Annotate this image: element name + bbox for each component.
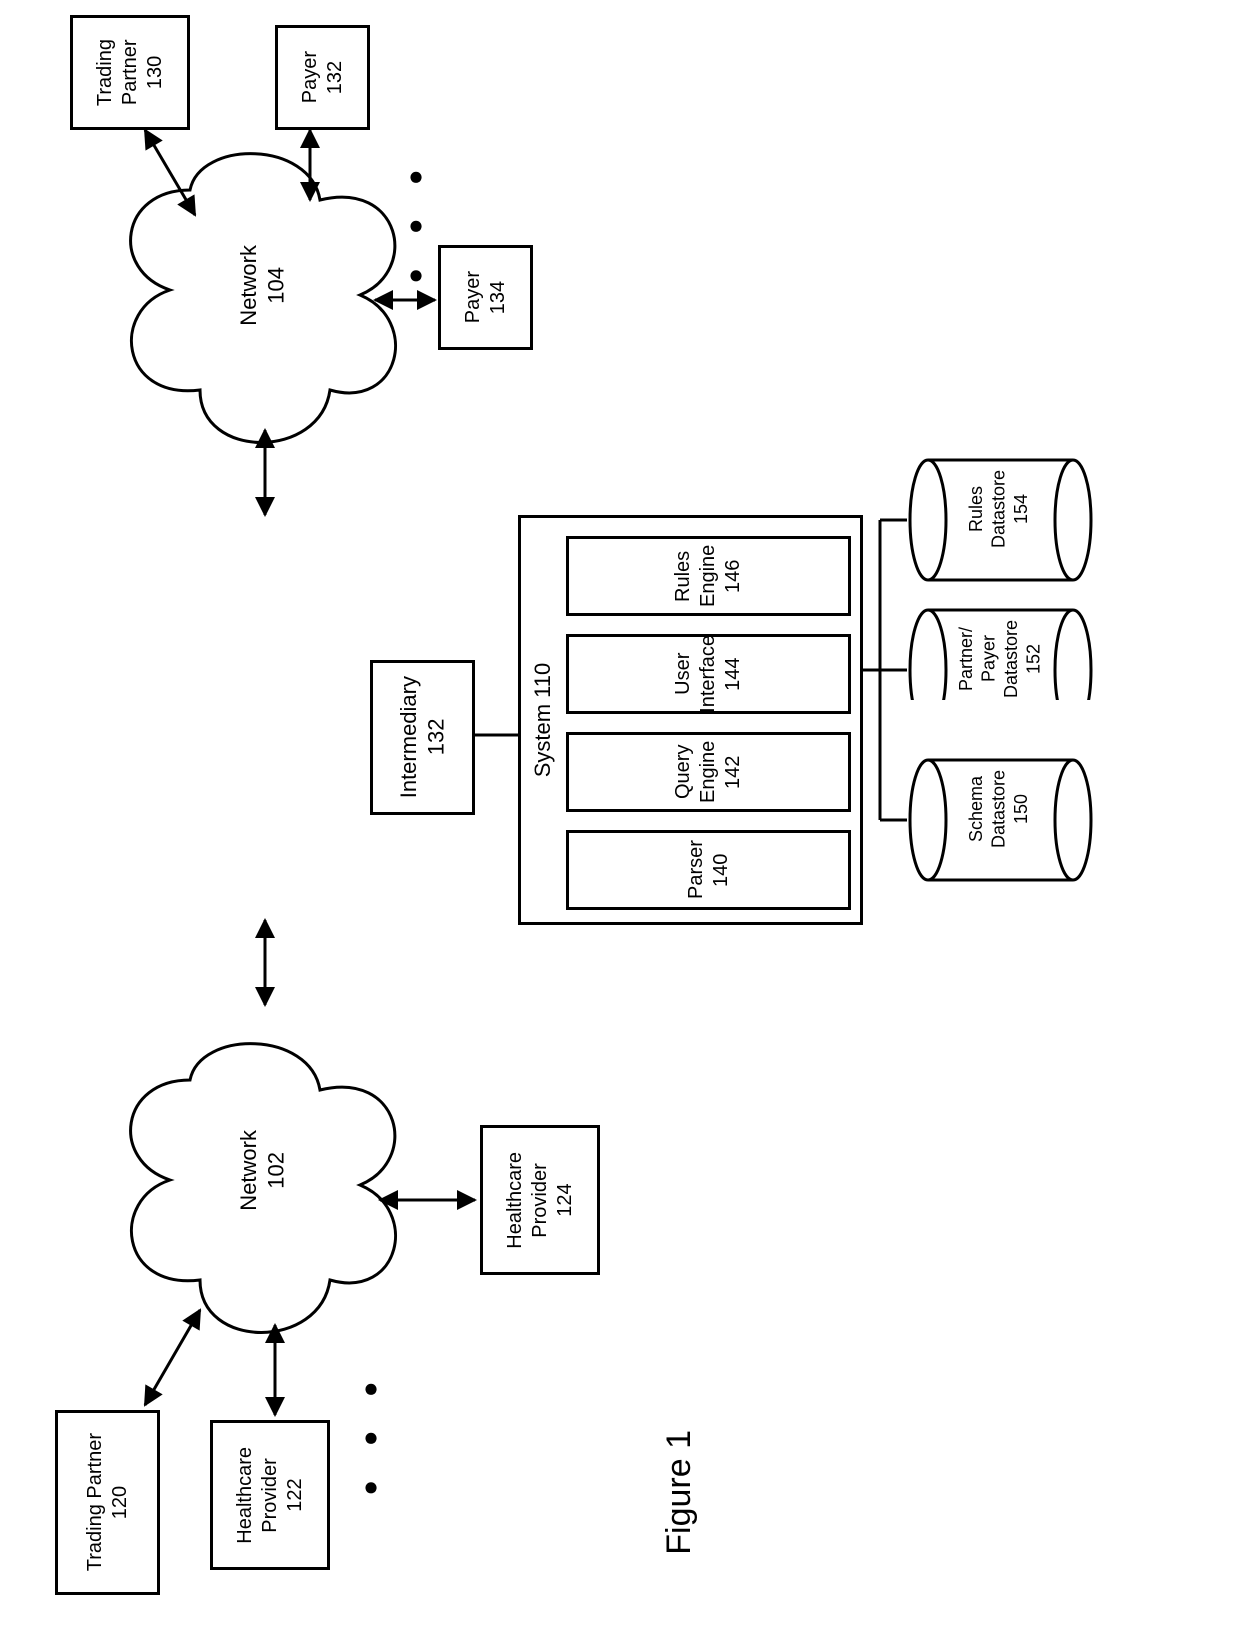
node-payer-134: Payer 134 [438, 245, 533, 350]
node-query-engine: Query Engine 142 [566, 732, 851, 812]
schema-ds-label: Schema Datastore 150 [965, 770, 1033, 848]
pp-l2: Payer [979, 636, 999, 683]
query-engine-label-2: 142 [722, 755, 744, 788]
schema-l1: Schema [966, 776, 986, 842]
node-intermediary: Intermediary 132 [370, 660, 475, 815]
node-user-interface: User Interface 144 [566, 634, 851, 714]
node-rules-engine: Rules Engine 146 [566, 536, 851, 616]
rules-engine-label-1: Rules Engine [672, 545, 719, 607]
net102-l1: Network [236, 1130, 261, 1211]
parser-label: Parser 140 [685, 841, 732, 900]
p134-l2: 134 [487, 281, 509, 314]
ellipsis-payer: ● ● ● [400, 158, 433, 292]
p132-l1: Payer [299, 51, 321, 103]
partner-payer-ds-label: Partner/ Payer Datastore 152 [955, 620, 1045, 698]
node-healthcare-122: Healthcare Provider 122 [210, 1420, 330, 1570]
rules-engine-label-2: 146 [722, 559, 744, 592]
hc122-l2: Provider [259, 1458, 281, 1532]
ellipsis-healthcare: ● ● ● [355, 1370, 388, 1504]
hc124-l2: Provider [529, 1163, 551, 1237]
node-healthcare-124: Healthcare Provider 124 [480, 1125, 600, 1275]
net104-l1: Network [236, 245, 261, 326]
tp120-l2: 120 [109, 1486, 131, 1519]
hc122-l3: 122 [284, 1478, 306, 1511]
network-104-label: Network 104 [235, 245, 290, 326]
system-title: System 110 [529, 663, 557, 778]
intermediary-label-1: Intermediary [396, 676, 421, 798]
pp-l4: 152 [1024, 644, 1044, 674]
pp-l1: Partner/ [956, 627, 976, 691]
node-parser: Parser 140 [566, 830, 851, 910]
node-trading-partner-130: Trading Partner 130 [70, 15, 190, 130]
query-engine-label-1: Query Engine [672, 741, 719, 803]
rds-l3: 154 [1011, 494, 1031, 524]
schema-l3: 150 [1011, 794, 1031, 824]
figure-caption: Figure 1 [660, 1430, 699, 1555]
rds-l1: Rules [966, 486, 986, 532]
pp-l3: Datastore [1001, 620, 1021, 698]
p134-l1: Payer [462, 271, 484, 323]
p132-l2: 132 [324, 61, 346, 94]
net102-l2: 102 [264, 1152, 289, 1189]
hc122-l1: Healthcare [234, 1447, 256, 1544]
node-system: System 110 Parser 140 Query Engine 142 U… [518, 515, 863, 925]
diagram-stage: Intermediary 132 System 110 Parser 140 Q… [0, 0, 1240, 1626]
tp130-l3: 130 [144, 56, 166, 89]
ui-label-2: 144 [722, 657, 744, 690]
network-102-label: Network 102 [235, 1130, 290, 1211]
node-trading-partner-120: Trading Partner 120 [55, 1410, 160, 1595]
ui-label-1: User Interface [672, 635, 719, 713]
schema-l2: Datastore [989, 770, 1009, 848]
hc124-l1: Healthcare [504, 1152, 526, 1249]
tp130-l2: Partner [119, 40, 141, 106]
hc124-l3: 124 [554, 1183, 576, 1216]
net104-l2: 104 [264, 267, 289, 304]
tp130-l1: Trading [94, 39, 116, 106]
node-payer-132: Payer 132 [275, 25, 370, 130]
intermediary-label-2: 132 [424, 719, 449, 756]
rules-ds-label: Rules Datastore 154 [965, 470, 1033, 548]
tp120-l1: Trading Partner [84, 1433, 106, 1571]
rds-l2: Datastore [989, 470, 1009, 548]
